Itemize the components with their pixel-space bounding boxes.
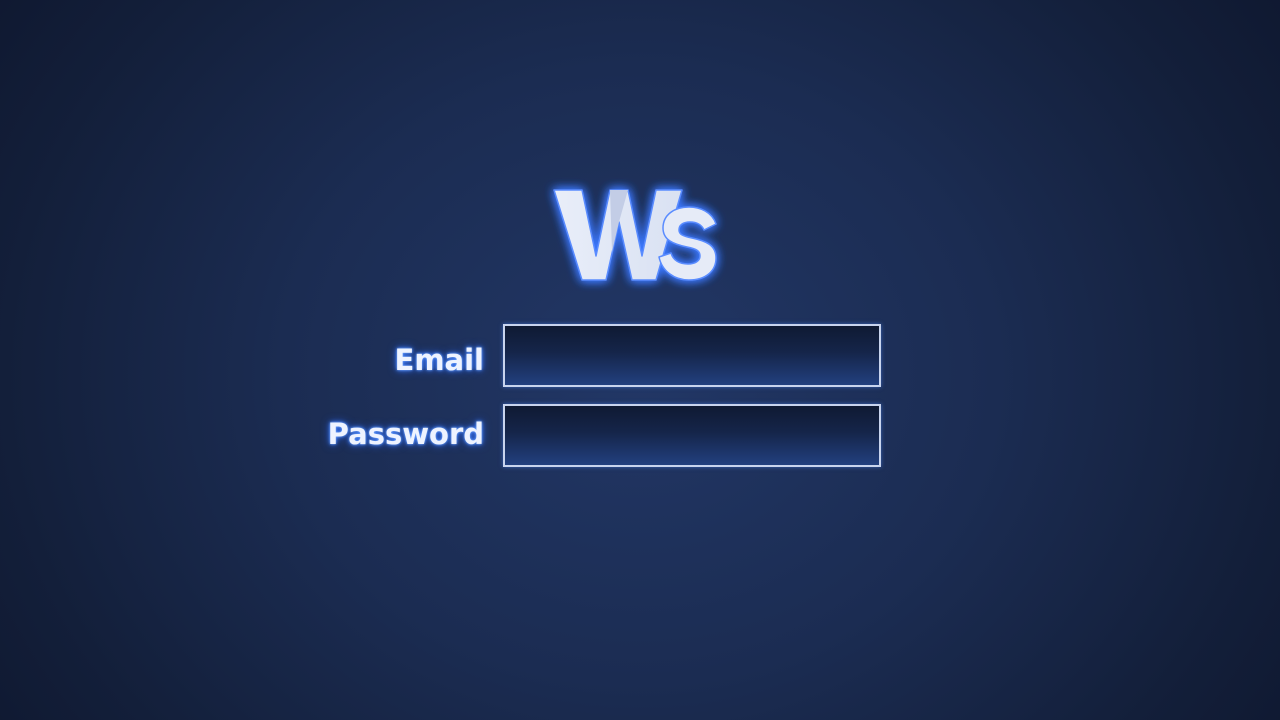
ws-logo <box>540 172 730 296</box>
password-label: Password <box>327 417 484 451</box>
email-label: Email <box>394 343 484 377</box>
password-field[interactable] <box>503 404 881 467</box>
email-field[interactable] <box>503 324 881 387</box>
